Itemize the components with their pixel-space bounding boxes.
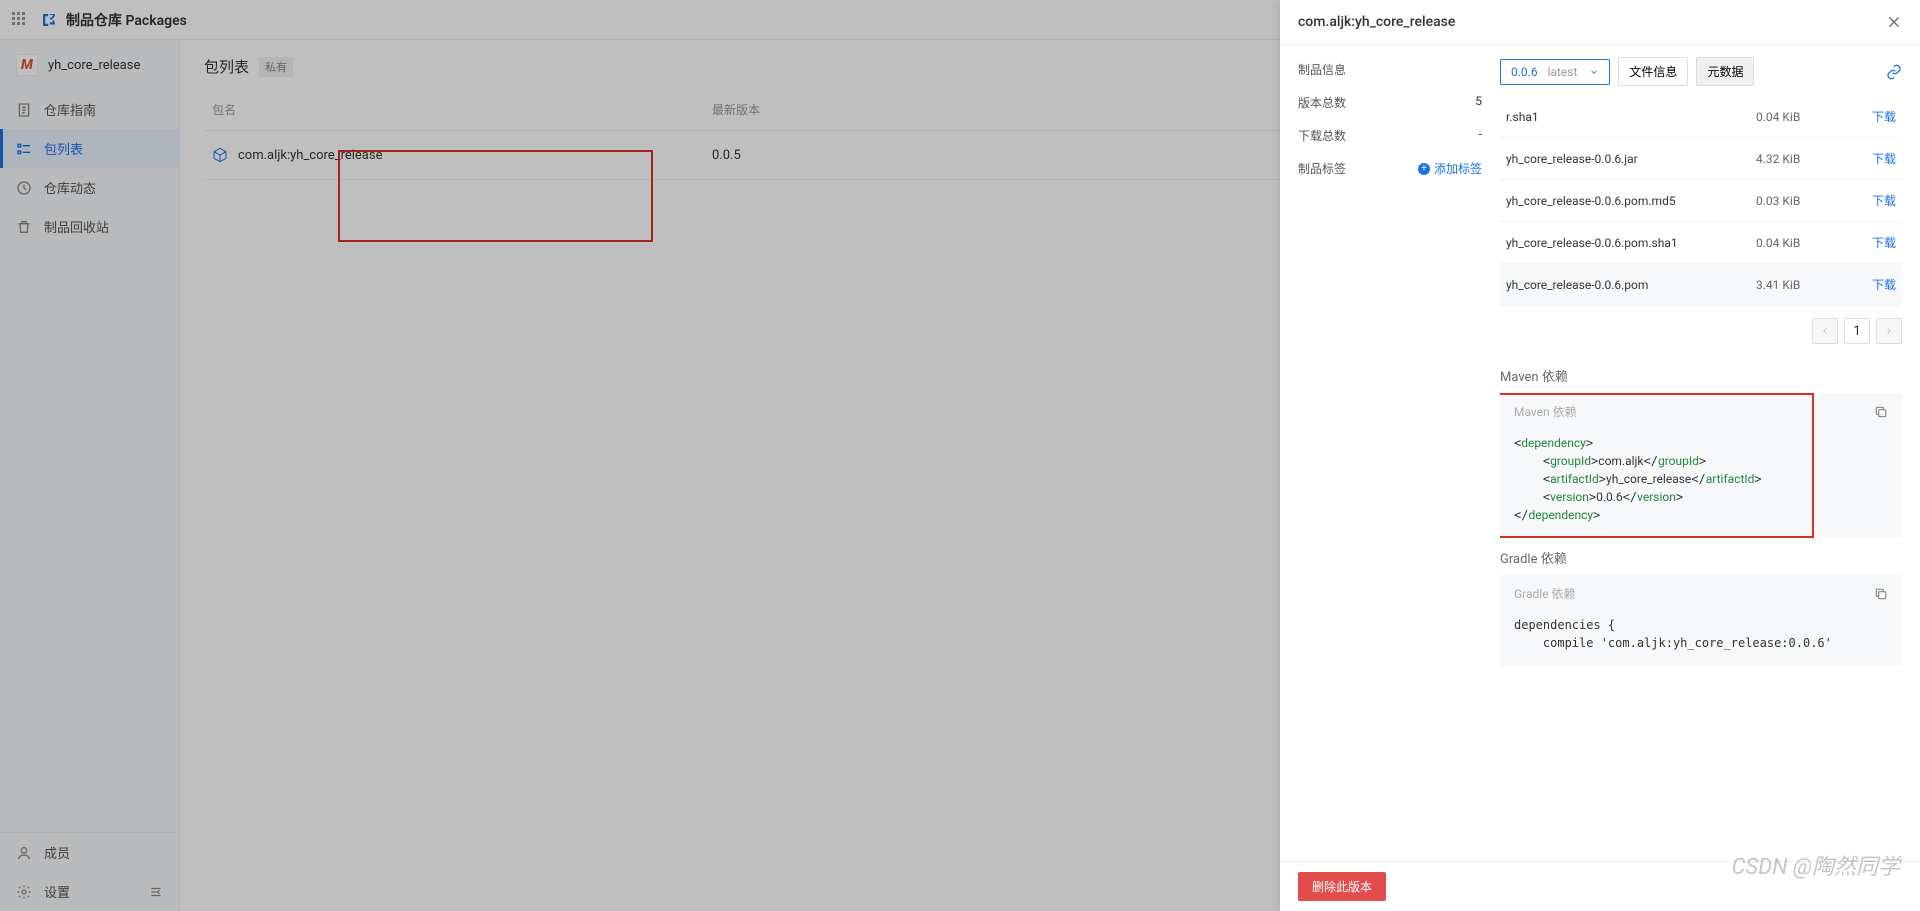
- page-next[interactable]: [1876, 318, 1902, 344]
- file-size: 0.04 KiB: [1756, 236, 1846, 250]
- code-head-label: Gradle 依赖: [1514, 585, 1576, 602]
- code-head-label: Maven 依赖: [1514, 403, 1577, 420]
- download-link[interactable]: 下载: [1872, 152, 1896, 166]
- maven-section-title: Maven 依赖: [1500, 366, 1902, 385]
- download-link[interactable]: 下载: [1872, 236, 1896, 250]
- file-row[interactable]: yh_core_release-0.0.6.jar4.32 KiB 下载: [1500, 138, 1902, 180]
- file-size: 0.03 KiB: [1756, 194, 1846, 208]
- add-tag-button[interactable]: +添加标签: [1418, 160, 1482, 177]
- maven-code-box: Maven 依赖 <dependency> <groupId>com.aljk<…: [1500, 393, 1902, 538]
- detail-column: 0.0.6 latest 文件信息 元数据 r.sha10.04 KiB下载yh…: [1500, 45, 1920, 861]
- file-size: 3.41 KiB: [1756, 278, 1846, 292]
- pagination: 1: [1500, 306, 1902, 356]
- info-column: 制品信息 版本总数 5 下载总数 - 制品标签 +添加标签: [1280, 45, 1500, 861]
- page-number[interactable]: 1: [1844, 318, 1870, 344]
- file-name: yh_core_release-0.0.6.pom: [1506, 278, 1756, 292]
- page-prev[interactable]: [1812, 318, 1838, 344]
- link-icon[interactable]: [1886, 64, 1902, 80]
- gradle-code-box: Gradle 依赖 dependencies { compile 'com.al…: [1500, 575, 1902, 666]
- file-name: r.sha1: [1506, 110, 1756, 124]
- file-size: 0.04 KiB: [1756, 110, 1846, 124]
- tab-metadata[interactable]: 元数据: [1696, 57, 1754, 86]
- detail-panel: com.aljk:yh_core_release 制品信息 版本总数 5 下载总数…: [1280, 0, 1920, 911]
- download-link[interactable]: 下载: [1872, 194, 1896, 208]
- file-name: yh_core_release-0.0.6.pom.md5: [1506, 194, 1756, 208]
- file-list: r.sha10.04 KiB下载yh_core_release-0.0.6.ja…: [1500, 96, 1902, 306]
- file-row[interactable]: yh_core_release-0.0.6.pom.sha10.04 KiB 下载: [1500, 222, 1902, 264]
- version-count: 5: [1475, 94, 1482, 111]
- panel-title: com.aljk:yh_core_release: [1298, 14, 1455, 30]
- info-label: 版本总数: [1298, 94, 1346, 111]
- close-icon[interactable]: [1886, 14, 1902, 30]
- download-count: -: [1479, 127, 1482, 144]
- plus-icon: +: [1418, 163, 1430, 175]
- tab-file-info[interactable]: 文件信息: [1618, 57, 1688, 86]
- chevron-down-icon: [1589, 67, 1599, 77]
- maven-code[interactable]: <dependency> <groupId>com.aljk</groupId>…: [1500, 430, 1902, 538]
- copy-icon[interactable]: [1874, 405, 1888, 419]
- gradle-code[interactable]: dependencies { compile 'com.aljk:yh_core…: [1500, 612, 1902, 666]
- info-label: 制品标签: [1298, 160, 1346, 177]
- copy-icon[interactable]: [1874, 587, 1888, 601]
- info-label: 制品信息: [1298, 61, 1346, 78]
- file-name: yh_core_release-0.0.6.jar: [1506, 152, 1756, 166]
- file-row[interactable]: r.sha10.04 KiB 下载: [1500, 96, 1902, 138]
- download-link[interactable]: 下载: [1872, 110, 1896, 124]
- file-row[interactable]: yh_core_release-0.0.6.pom.md50.03 KiB 下载: [1500, 180, 1902, 222]
- info-label: 下载总数: [1298, 127, 1346, 144]
- file-row[interactable]: yh_core_release-0.0.6.pom3.41 KiB 下载: [1500, 264, 1902, 306]
- version-select[interactable]: 0.0.6 latest: [1500, 59, 1610, 85]
- delete-version-button[interactable]: 删除此版本: [1298, 872, 1386, 901]
- file-size: 4.32 KiB: [1756, 152, 1846, 166]
- gradle-section-title: Gradle 依赖: [1500, 548, 1902, 567]
- download-link[interactable]: 下载: [1872, 278, 1896, 292]
- file-name: yh_core_release-0.0.6.pom.sha1: [1506, 236, 1756, 250]
